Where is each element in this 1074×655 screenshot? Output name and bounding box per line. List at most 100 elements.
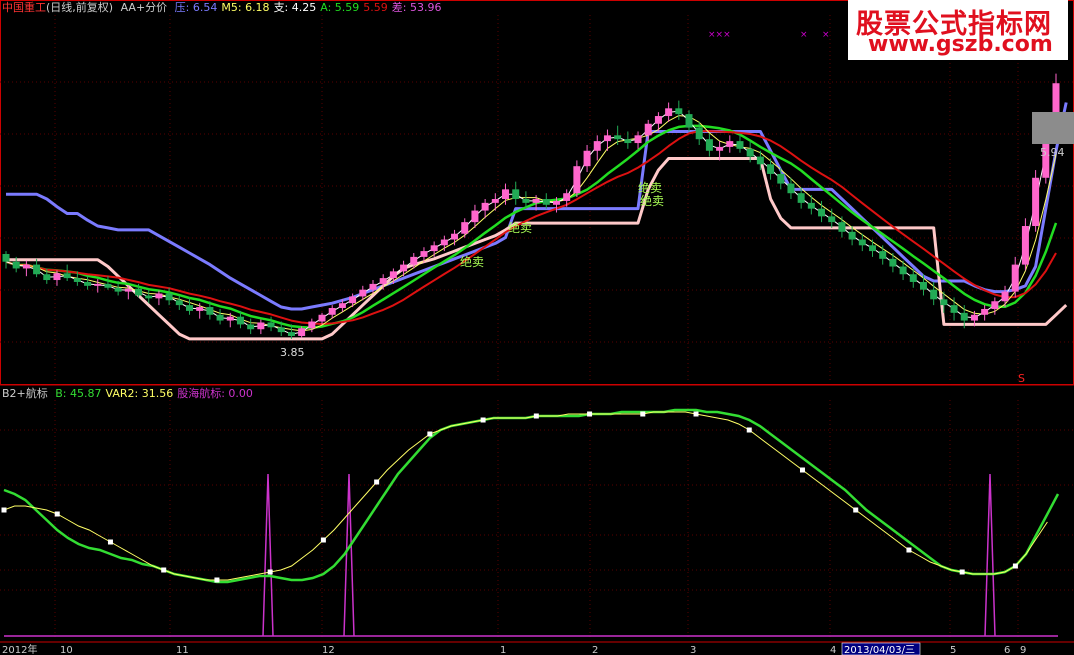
candle-body-51 — [522, 199, 530, 203]
candle-body-12 — [124, 288, 132, 292]
candle-body-8 — [84, 281, 92, 286]
x-axis-label-9: 5 — [950, 645, 956, 655]
watermark-url: www.gszb.com — [868, 32, 1053, 57]
candle-body-18 — [185, 305, 193, 311]
candle-body-77 — [787, 183, 795, 194]
x-axis-label-4: 1 — [500, 645, 506, 655]
candle-body-68 — [695, 127, 703, 140]
x-axis-label-3: 12 — [322, 645, 335, 655]
watermark: 股票公式指标网 www.gszb.com — [848, 0, 1068, 60]
var2-marker-75 — [799, 467, 805, 473]
candle-body-66 — [675, 108, 683, 115]
var2-marker-60 — [640, 411, 646, 417]
var2-marker-5 — [54, 511, 60, 517]
candle-body-36 — [369, 283, 377, 290]
var2-marker-30 — [320, 537, 326, 543]
candle-body-41 — [420, 251, 428, 257]
x-marks-1: ××× — [708, 30, 731, 40]
candle-body-63 — [644, 123, 652, 136]
x-axis-label-6: 3 — [690, 645, 696, 655]
candle-body-11 — [114, 287, 122, 292]
indicator-name[interactable]: B2+航标 — [2, 387, 48, 400]
x-axis-label-8: 2013/04/03/三 — [844, 645, 915, 655]
candle-body-62 — [634, 135, 642, 144]
candle-body-79 — [807, 202, 815, 209]
candle-body-89 — [909, 274, 917, 282]
x-mark-3: × — [822, 30, 830, 40]
var2-marker-10 — [107, 539, 113, 545]
var2-marker-80 — [853, 507, 859, 513]
candle-body-27 — [277, 327, 285, 333]
var2-marker-0 — [1, 507, 7, 513]
candle-body-31 — [318, 314, 326, 322]
candle-body-48 — [491, 199, 499, 203]
guhai-spike-2 — [984, 473, 996, 637]
candle-body-40 — [410, 256, 418, 265]
candle-body-33 — [338, 303, 346, 309]
candle-body-28 — [287, 332, 295, 336]
x-axis-label-0: 2012年 — [2, 643, 37, 655]
top-item-4: 5.59 — [363, 1, 388, 14]
s-marker: S — [1018, 372, 1025, 385]
var2-marker-90 — [959, 569, 965, 575]
candle-body-14 — [145, 295, 153, 299]
chart-canvas: 绝卖绝卖绝卖绝卖决卖3.855.94S×××××2012年10111212342… — [0, 0, 1074, 655]
candle-body-26 — [267, 322, 275, 328]
candle-body-9 — [94, 283, 102, 286]
low-price-label: 3.85 — [280, 346, 305, 359]
sell-signal-label-2: 绝卖 — [640, 193, 664, 208]
candle-body-15 — [155, 293, 163, 299]
candle-body-59 — [603, 135, 611, 142]
candle-body-4 — [43, 274, 51, 281]
candle-body-73 — [746, 148, 754, 157]
candle-body-90 — [919, 281, 927, 290]
candle-body-13 — [135, 288, 143, 296]
candle-body-92 — [940, 299, 948, 306]
var2-marker-70 — [746, 427, 752, 433]
candle-body-64 — [654, 116, 662, 124]
candle-body-43 — [440, 239, 448, 246]
candle-body-45 — [461, 222, 469, 234]
formula-name: AA+分价 — [120, 1, 168, 14]
candle-body-1 — [12, 261, 20, 269]
candle-body-37 — [379, 278, 387, 284]
candle-body-72 — [736, 141, 744, 149]
candle-body-54 — [552, 200, 560, 205]
bottom-legend: B2+航标 B: 45.87 VAR2: 31.56 股海航标: 0.00 — [2, 387, 261, 401]
candle-body-86 — [879, 251, 887, 259]
x-mark-2: × — [800, 30, 808, 40]
top-item-5: 差: 53.96 — [391, 1, 442, 14]
candle-body-34 — [349, 296, 357, 304]
candle-body-87 — [889, 258, 897, 267]
sell-signal-label-3: 绝卖 — [638, 180, 662, 195]
period-label: (日线,前复权) — [46, 1, 114, 14]
top-item-1: M5: 6.18 — [221, 1, 270, 14]
var2-marker-50 — [533, 413, 539, 419]
candle-body-22 — [226, 316, 234, 321]
candle-body-7 — [73, 278, 81, 282]
candle-body-5 — [53, 273, 61, 281]
x-axis-label-11: 9 — [1020, 645, 1026, 655]
var2-marker-35 — [374, 479, 380, 485]
candle-body-93 — [950, 305, 958, 313]
candle-body-20 — [206, 307, 214, 315]
candle-body-50 — [512, 189, 520, 199]
candle-body-70 — [716, 146, 724, 151]
candle-body-78 — [797, 193, 805, 203]
candle-body-99 — [1011, 264, 1019, 292]
candle-body-46 — [471, 210, 479, 223]
top-item-0: 压: 6.54 — [174, 1, 218, 14]
guhai-spike-0 — [262, 473, 274, 637]
stock-name[interactable]: 中国重工 — [2, 1, 46, 14]
candle-body-82 — [838, 222, 846, 232]
var2-marker-45 — [480, 417, 486, 423]
candle-body-52 — [532, 199, 540, 203]
candle-body-44 — [451, 233, 459, 240]
candle-body-55 — [563, 193, 571, 201]
candle-body-74 — [756, 156, 764, 165]
var2-marker-95 — [1012, 563, 1018, 569]
candle-body-67 — [685, 114, 693, 128]
sell-signal-label-0: 绝卖 — [460, 254, 484, 269]
candle-body-49 — [502, 189, 510, 199]
candle-body-91 — [930, 289, 938, 300]
